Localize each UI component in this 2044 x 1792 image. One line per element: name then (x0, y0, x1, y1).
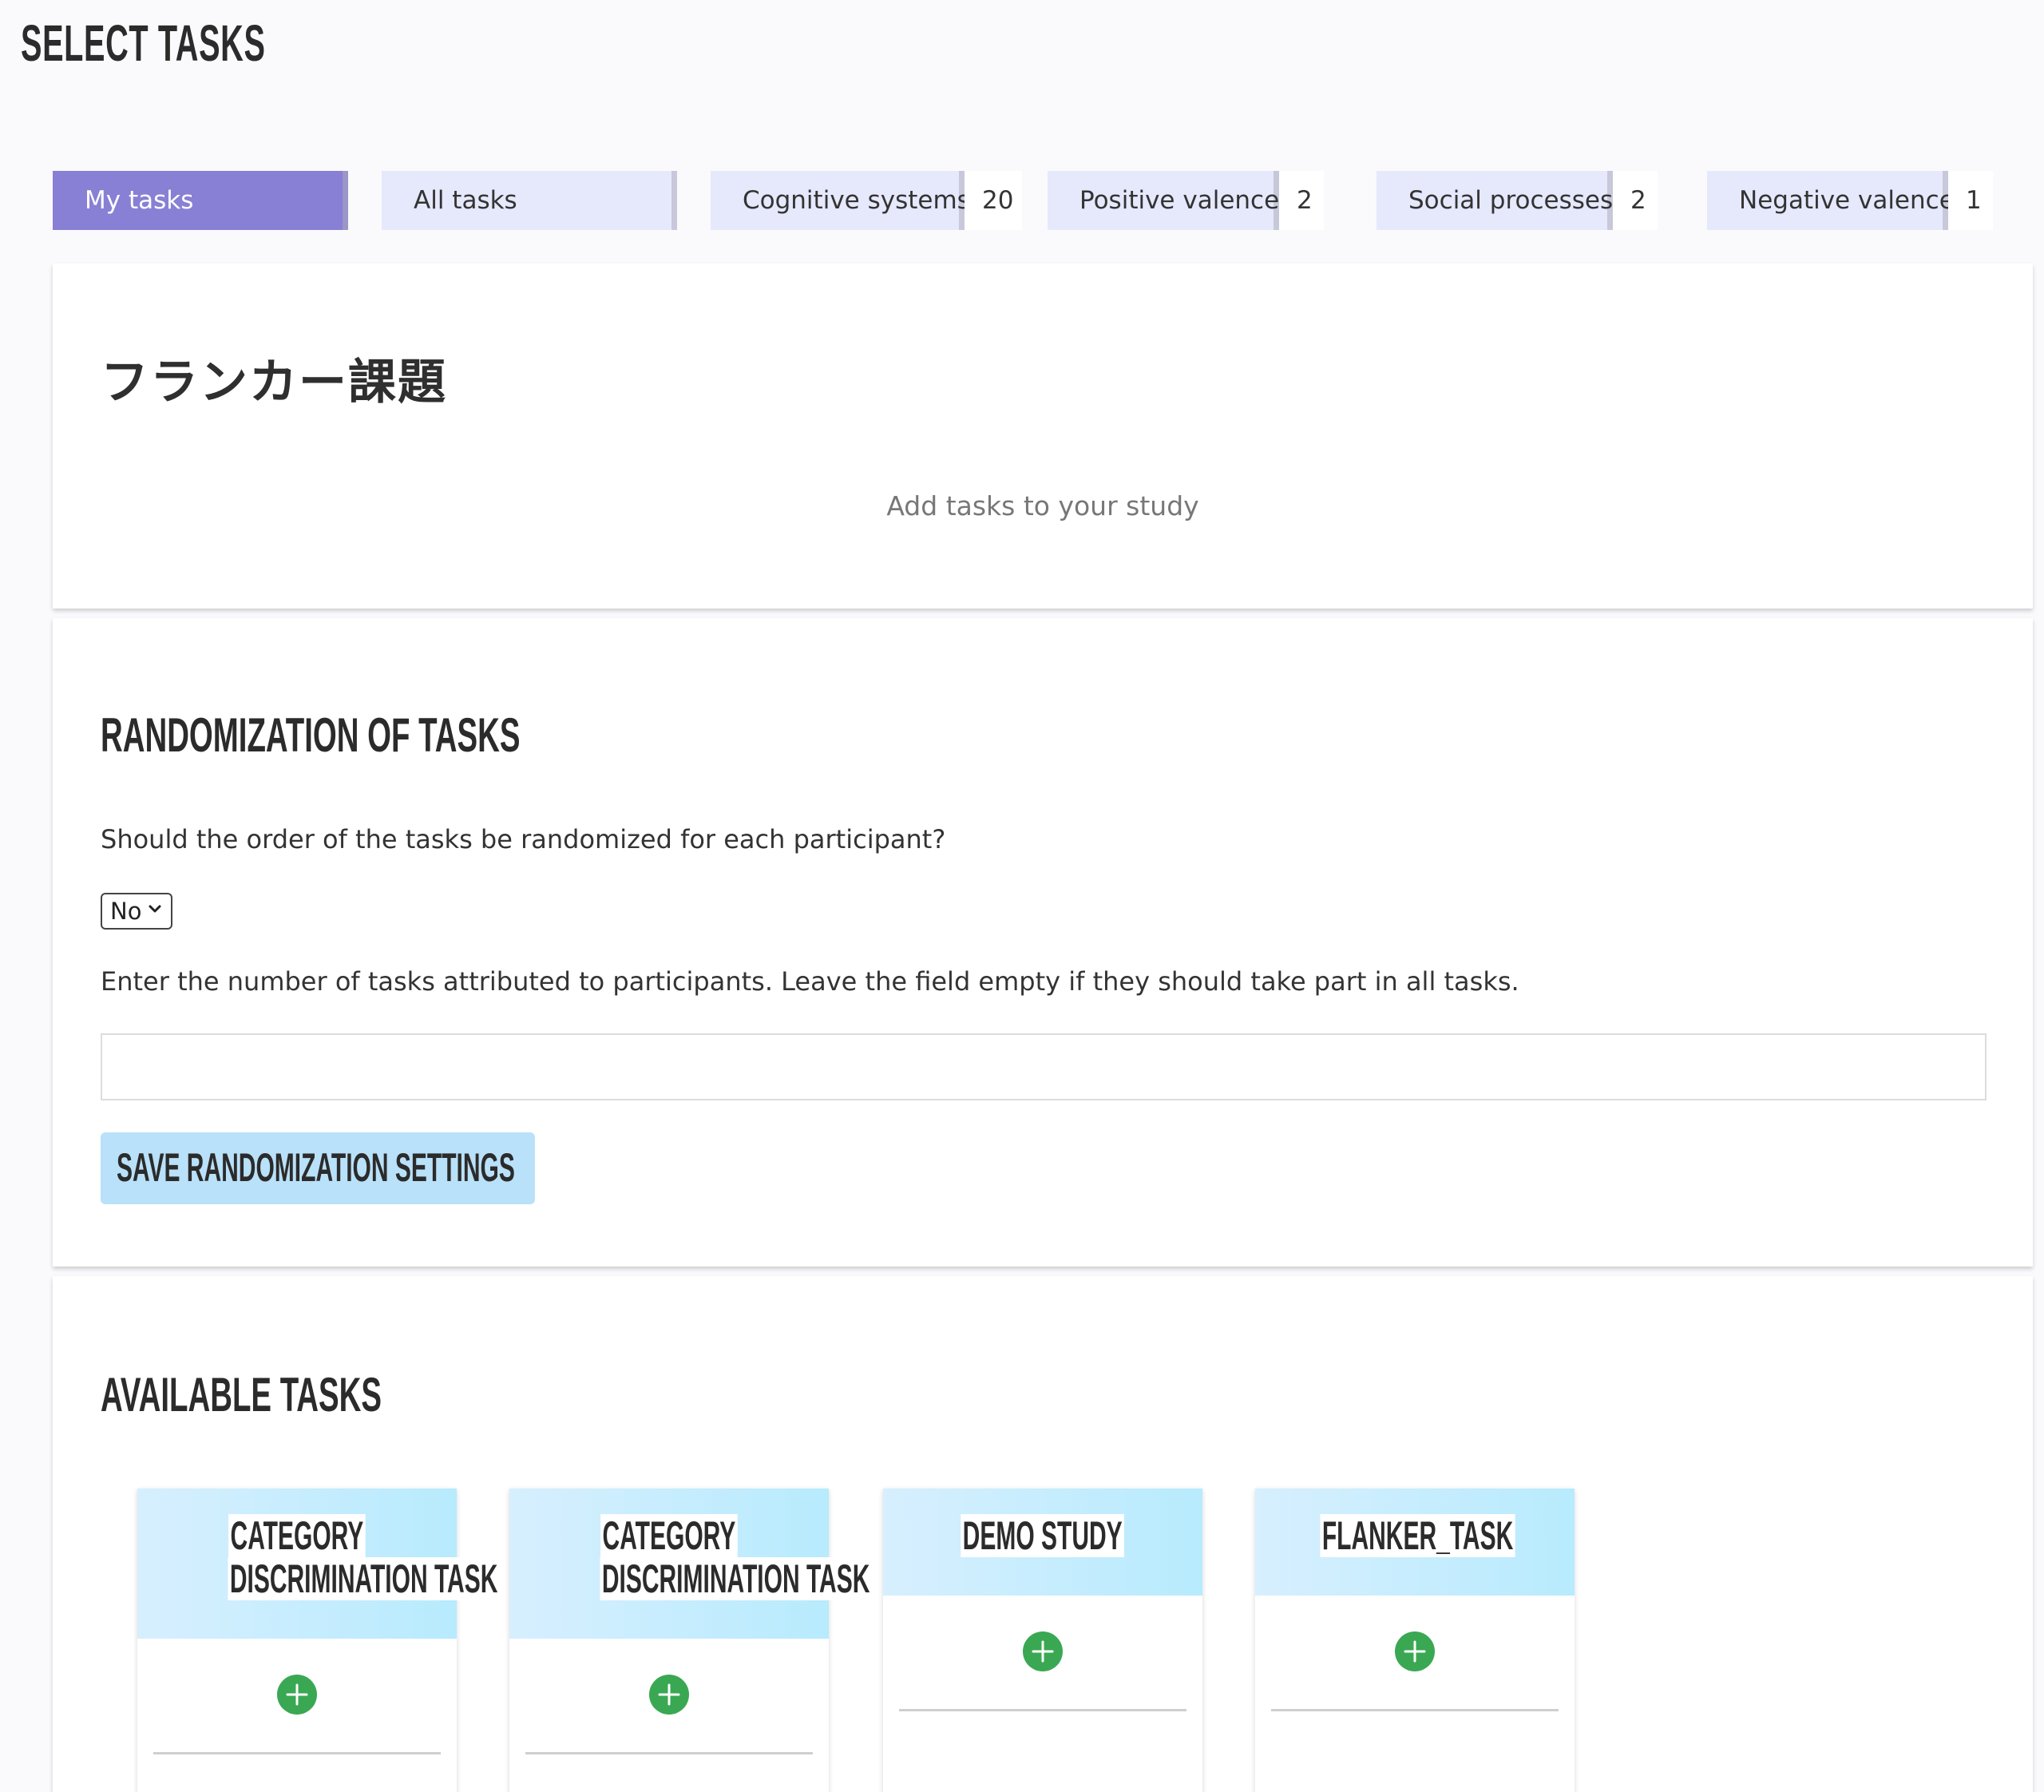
task-name-line1: CATEGORY (600, 1514, 738, 1557)
task-tile-divider (1271, 1709, 1559, 1711)
randomization-heading: RANDOMIZATION OF TASKS (101, 708, 521, 762)
task-name: CATEGORY DISCRIMINATION TASK (509, 1514, 872, 1600)
randomization-card: RANDOMIZATION OF TASKS Should the order … (53, 618, 2033, 1267)
tab-social-processes-label: Social processes (1408, 186, 1614, 215)
tab-my-tasks[interactable]: My tasks (53, 171, 348, 230)
task-tile-header: DEMO STUDY (883, 1489, 1202, 1596)
task-name-line1: CATEGORY (228, 1514, 366, 1557)
tab-all-tasks[interactable]: All tasks (382, 171, 677, 230)
task-tile-header: FLANKER_TASK (1255, 1489, 1575, 1596)
tab-negative-valence-count: 1 (1948, 171, 1993, 230)
tab-all-tasks-label: All tasks (414, 186, 517, 215)
tab-positive-valence-label: Positive valence (1079, 186, 1280, 215)
tab-negative-valence-label: Negative valence (1739, 186, 1955, 215)
plus-circle-icon[interactable] (648, 1674, 690, 1715)
task-tile-header: CATEGORY DISCRIMINATION TASK (509, 1489, 872, 1639)
task-tile: CATEGORY DISCRIMINATION TASK (509, 1489, 872, 1792)
task-name-line2: DISCRIMINATION TASK (228, 1557, 500, 1600)
task-name: DEMO STUDY (883, 1514, 1202, 1557)
plus-circle-icon[interactable] (1022, 1631, 1064, 1672)
randomization-question: Should the order of the tasks be randomi… (101, 824, 946, 854)
task-tile: DEMO STUDY (883, 1489, 1202, 1792)
task-tile-header: CATEGORY DISCRIMINATION TASK (137, 1489, 500, 1639)
study-card: フランカー課題 Add tasks to your study (53, 264, 2033, 609)
tab-my-tasks-label: My tasks (85, 186, 194, 215)
page-title: SELECT TASKS (21, 14, 266, 72)
tab-positive-valence-count: 2 (1279, 171, 1324, 230)
task-count-instructions: Enter the number of tasks attributed to … (101, 966, 1519, 997)
tab-cognitive-systems-count: 20 (965, 171, 1022, 230)
task-tile-divider (525, 1752, 813, 1754)
tab-cognitive-systems[interactable]: Cognitive systems (711, 171, 970, 230)
study-title: フランカー課題 (101, 355, 447, 410)
task-tile-divider (153, 1752, 441, 1754)
save-randomization-label: SAVE RANDOMIZATION SETTINGS (117, 1145, 515, 1190)
task-name-line1: DEMO STUDY (961, 1514, 1125, 1557)
study-empty-note: Add tasks to your study (886, 490, 1199, 521)
task-name-line2: DISCRIMINATION TASK (600, 1557, 872, 1600)
tab-negative-valence[interactable]: Negative valence (1707, 171, 1955, 230)
task-tile: CATEGORY DISCRIMINATION TASK (137, 1489, 500, 1792)
tab-positive-valence[interactable]: Positive valence (1048, 171, 1279, 230)
plus-circle-icon[interactable] (276, 1674, 318, 1715)
page: SELECT TASKS My tasks All tasks Cognitiv… (0, 0, 2044, 1792)
available-tasks-heading: AVAILABLE TASKS (101, 1368, 382, 1421)
task-tile: FLANKER_TASK (1255, 1489, 1575, 1792)
randomize-select[interactable]: No (101, 893, 172, 930)
task-name: FLANKER_TASK (1255, 1514, 1575, 1557)
tab-cognitive-systems-label: Cognitive systems (743, 186, 970, 215)
task-name: CATEGORY DISCRIMINATION TASK (137, 1514, 500, 1600)
task-count-input[interactable] (101, 1033, 1987, 1100)
save-randomization-button[interactable]: SAVE RANDOMIZATION SETTINGS (101, 1132, 535, 1204)
tab-social-processes[interactable]: Social processes (1377, 171, 1613, 230)
available-tasks-card: AVAILABLE TASKS CATEGORY DISCRIMINATION … (53, 1276, 2033, 1792)
task-name-line1: FLANKER_TASK (1320, 1514, 1515, 1557)
tab-social-processes-count: 2 (1613, 171, 1658, 230)
chevron-down-icon (149, 905, 161, 913)
task-tile-divider (899, 1709, 1186, 1711)
randomize-select-value: No (110, 898, 142, 925)
plus-circle-icon[interactable] (1394, 1631, 1436, 1672)
